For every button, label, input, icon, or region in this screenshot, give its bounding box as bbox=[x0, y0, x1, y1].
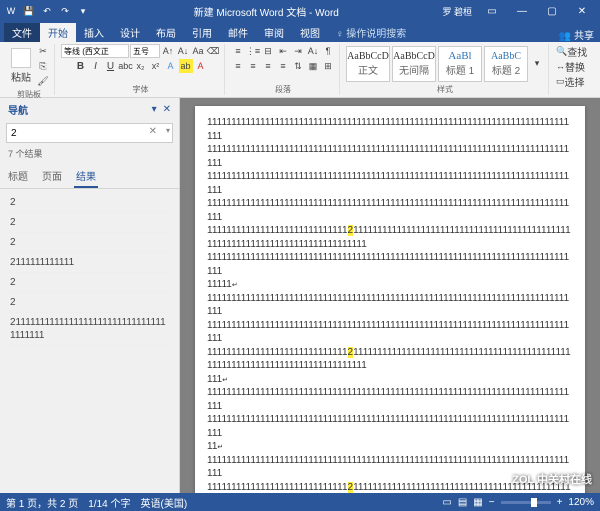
tab-home[interactable]: 开始 bbox=[40, 23, 76, 42]
text-effects-icon[interactable]: A bbox=[164, 59, 178, 73]
view-print-icon[interactable]: ▤ bbox=[458, 497, 467, 508]
italic-icon[interactable]: I bbox=[89, 59, 103, 73]
grow-font-icon[interactable]: A↑ bbox=[161, 44, 175, 58]
tab-mail[interactable]: 邮件 bbox=[220, 23, 256, 42]
bold-icon[interactable]: B bbox=[74, 59, 88, 73]
result-item[interactable]: 2 bbox=[6, 233, 173, 253]
nav-title: 导航 bbox=[8, 102, 28, 117]
tab-layout[interactable]: 布局 bbox=[148, 23, 184, 42]
copy-icon[interactable]: ⎘ bbox=[36, 59, 50, 73]
search-menu-icon[interactable]: ▾ bbox=[166, 126, 170, 135]
font-name-select[interactable]: 等线 (西文正 bbox=[61, 44, 129, 58]
change-case-icon[interactable]: Aa bbox=[191, 44, 205, 58]
group-paragraph: 段落 bbox=[231, 83, 335, 95]
select-button[interactable]: ▭ 选择 bbox=[555, 74, 586, 88]
underline-icon[interactable]: U bbox=[104, 59, 118, 73]
find-button[interactable]: 🔍 查找 bbox=[555, 44, 588, 58]
group-styles: 样式 bbox=[346, 83, 544, 95]
maximize-icon[interactable]: ▢ bbox=[538, 1, 566, 21]
view-web-icon[interactable]: ▦ bbox=[473, 497, 482, 508]
sort-icon[interactable]: A↓ bbox=[306, 44, 320, 58]
font-color-icon[interactable]: A bbox=[194, 59, 208, 73]
style-nospacing[interactable]: AaBbCcD无间隔 bbox=[392, 46, 436, 82]
zoom-value[interactable]: 120% bbox=[568, 497, 594, 508]
borders-icon[interactable]: ⊞ bbox=[321, 59, 335, 73]
zoom-out-icon[interactable]: − bbox=[489, 497, 495, 508]
cut-icon[interactable]: ✂ bbox=[36, 44, 50, 58]
format-painter-icon[interactable]: 🖌 bbox=[36, 74, 50, 88]
navtab-headings[interactable]: 标题 bbox=[6, 165, 30, 188]
zoom-in-icon[interactable]: + bbox=[557, 497, 563, 508]
clear-format-icon[interactable]: ⌫ bbox=[206, 44, 220, 58]
bullets-icon[interactable]: ≡ bbox=[231, 44, 245, 58]
clear-search-icon[interactable]: ✕ bbox=[149, 126, 157, 137]
group-font: 字体 bbox=[61, 83, 220, 95]
close-icon[interactable]: ✕ bbox=[568, 1, 596, 21]
align-center-icon[interactable]: ≡ bbox=[246, 59, 260, 73]
language[interactable]: 英语(美国) bbox=[141, 495, 188, 510]
style-heading1[interactable]: AaBl标题 1 bbox=[438, 46, 482, 82]
style-normal[interactable]: AaBbCcD正文 bbox=[346, 46, 390, 82]
inc-indent-icon[interactable]: ⇥ bbox=[291, 44, 305, 58]
justify-icon[interactable]: ≡ bbox=[276, 59, 290, 73]
page[interactable]: 1111111111111111111111111111111111111111… bbox=[195, 106, 585, 493]
tab-review[interactable]: 审阅 bbox=[256, 23, 292, 42]
result-item[interactable]: 2 bbox=[6, 213, 173, 233]
redo-icon[interactable]: ↷ bbox=[58, 4, 72, 18]
tab-design[interactable]: 设计 bbox=[112, 23, 148, 42]
tab-view[interactable]: 视图 bbox=[292, 23, 328, 42]
view-read-icon[interactable]: ▭ bbox=[442, 497, 451, 508]
save-icon[interactable]: 💾 bbox=[22, 4, 36, 18]
superscript-icon[interactable]: x² bbox=[149, 59, 163, 73]
line-spacing-icon[interactable]: ⇅ bbox=[291, 59, 305, 73]
multilevel-icon[interactable]: ⊟ bbox=[261, 44, 275, 58]
navtab-results[interactable]: 结果 bbox=[74, 165, 98, 188]
navigation-pane: 导航 ▾ ✕ ✕ ▾ 7 个结果 标题 页面 结果 2 2 2 21111111… bbox=[0, 98, 180, 493]
paste-button[interactable]: 粘贴 bbox=[8, 47, 34, 85]
clipboard-icon bbox=[11, 48, 31, 68]
numbering-icon[interactable]: ⋮≡ bbox=[246, 44, 260, 58]
nav-dropdown-icon[interactable]: ▾ bbox=[152, 104, 157, 115]
watermark: ZOL 中关村在线 bbox=[512, 471, 592, 487]
window-title: 新建 Microsoft Word 文档 - Word bbox=[90, 4, 442, 19]
tell-me[interactable]: ♀ 操作说明搜索 bbox=[328, 23, 414, 42]
dec-indent-icon[interactable]: ⇤ bbox=[276, 44, 290, 58]
undo-icon[interactable]: ↶ bbox=[40, 4, 54, 18]
user-name[interactable]: 罗 碧桓 bbox=[442, 5, 478, 18]
strike-icon[interactable]: abc bbox=[119, 59, 133, 73]
font-size-select[interactable]: 五号 bbox=[130, 44, 160, 58]
tab-ref[interactable]: 引用 bbox=[184, 23, 220, 42]
style-heading2[interactable]: AaBbC标题 2 bbox=[484, 46, 528, 82]
ribbon-opts-icon[interactable]: ▭ bbox=[478, 1, 506, 21]
show-marks-icon[interactable]: ¶ bbox=[321, 44, 335, 58]
zoom-slider[interactable] bbox=[501, 501, 551, 504]
share-button[interactable]: 👥 共享 bbox=[559, 27, 594, 42]
align-right-icon[interactable]: ≡ bbox=[261, 59, 275, 73]
tab-file[interactable]: 文件 bbox=[4, 23, 40, 42]
highlight-icon[interactable]: ab bbox=[179, 59, 193, 73]
page-indicator[interactable]: 第 1 页，共 2 页 bbox=[6, 495, 78, 510]
result-item[interactable]: 2 bbox=[6, 293, 173, 313]
result-item[interactable]: 211111111111111111111111111111111111111 bbox=[6, 313, 173, 346]
word-count[interactable]: 1/14 个字 bbox=[88, 495, 130, 510]
minimize-icon[interactable]: — bbox=[508, 1, 536, 21]
shading-icon[interactable]: ▦ bbox=[306, 59, 320, 73]
result-item[interactable]: 2111111111111 bbox=[6, 253, 173, 273]
replace-button[interactable]: ↔ 替换 bbox=[555, 59, 586, 73]
result-item[interactable]: 2 bbox=[6, 193, 173, 213]
shrink-font-icon[interactable]: A↓ bbox=[176, 44, 190, 58]
subscript-icon[interactable]: x₂ bbox=[134, 59, 148, 73]
qat-more-icon[interactable]: ▾ bbox=[76, 4, 90, 18]
align-left-icon[interactable]: ≡ bbox=[231, 59, 245, 73]
word-icon: W bbox=[4, 4, 18, 18]
result-item[interactable]: 2 bbox=[6, 273, 173, 293]
styles-more-icon[interactable]: ▾ bbox=[530, 57, 544, 71]
nav-close-icon[interactable]: ✕ bbox=[163, 104, 171, 115]
document-area[interactable]: 1111111111111111111111111111111111111111… bbox=[180, 98, 600, 493]
tab-insert[interactable]: 插入 bbox=[76, 23, 112, 42]
navtab-pages[interactable]: 页面 bbox=[40, 165, 64, 188]
result-count: 7 个结果 bbox=[0, 145, 179, 162]
